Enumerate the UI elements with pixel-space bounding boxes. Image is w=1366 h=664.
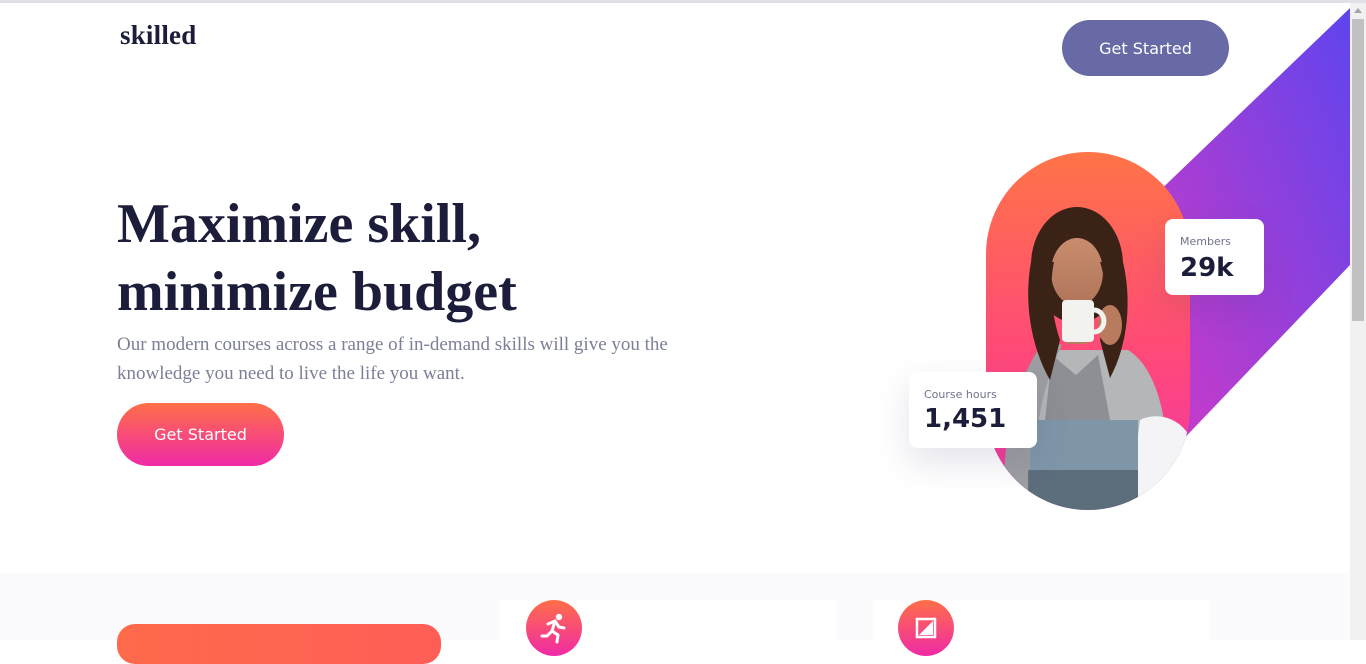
feature-icon-badge [526, 600, 582, 656]
scrollbar-thumb[interactable] [1352, 19, 1364, 321]
scroll-up-arrow-icon[interactable] [1350, 5, 1366, 17]
page-scrollbar[interactable] [1350, 3, 1366, 640]
members-stat-card: Members 29k [1165, 219, 1264, 295]
course-hours-value: 1,451 [924, 404, 1007, 434]
running-person-icon [540, 613, 566, 644]
hero-illustration [986, 8, 1350, 510]
course-hours-stat-card: Course hours 1,451 [909, 372, 1037, 448]
feature-icon-badge [898, 600, 954, 656]
members-value: 29k [1180, 253, 1234, 283]
members-label: Members [1180, 235, 1231, 248]
feature-highlight-card [117, 624, 441, 664]
course-hours-label: Course hours [924, 388, 997, 401]
image-frame-icon [915, 617, 937, 639]
